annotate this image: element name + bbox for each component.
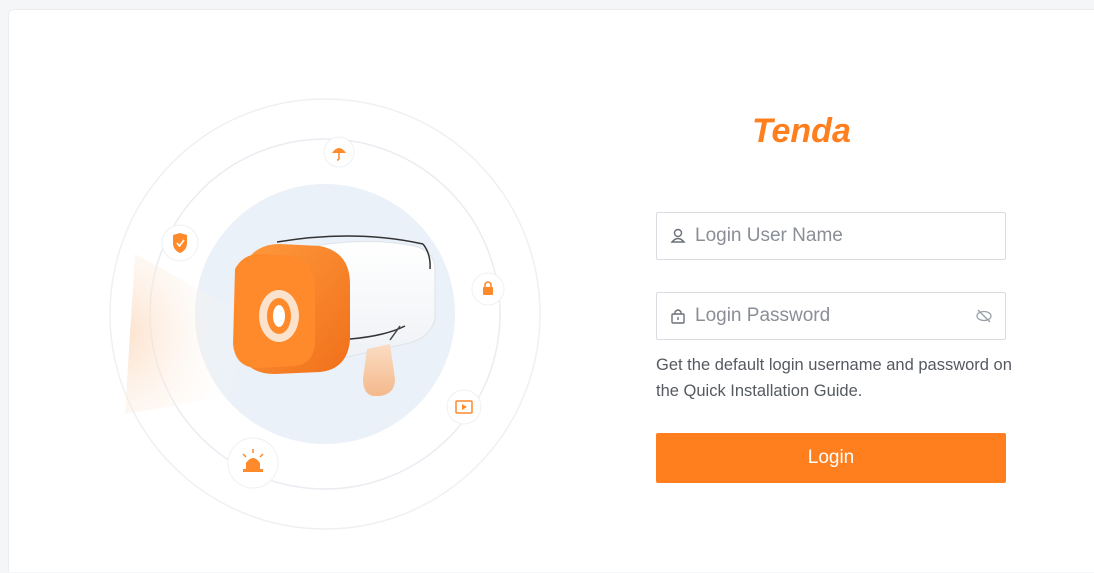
login-button[interactable]: Login [656, 433, 1006, 483]
username-field[interactable] [656, 212, 1006, 260]
alarm-light-icon [227, 437, 279, 489]
eye-hidden-icon[interactable] [975, 307, 993, 325]
video-icon [446, 389, 482, 425]
password-input[interactable] [695, 293, 965, 339]
user-icon [670, 228, 686, 243]
login-card: Tenda Get the default login username and… [8, 9, 1094, 572]
lock-icon [471, 272, 505, 306]
security-illustration [105, 94, 545, 534]
umbrella-icon [323, 136, 355, 168]
security-camera-illustration [109, 98, 541, 530]
login-form: Tenda Get the default login username and… [656, 10, 1012, 573]
shield-check-icon [161, 224, 199, 262]
lock-icon [671, 309, 685, 324]
logo-text: Tenda [752, 112, 851, 150]
tenda-logo: Tenda [752, 112, 851, 150]
username-input[interactable] [695, 213, 965, 259]
password-field[interactable] [656, 292, 1006, 340]
login-hint: Get the default login username and passw… [656, 356, 1012, 400]
